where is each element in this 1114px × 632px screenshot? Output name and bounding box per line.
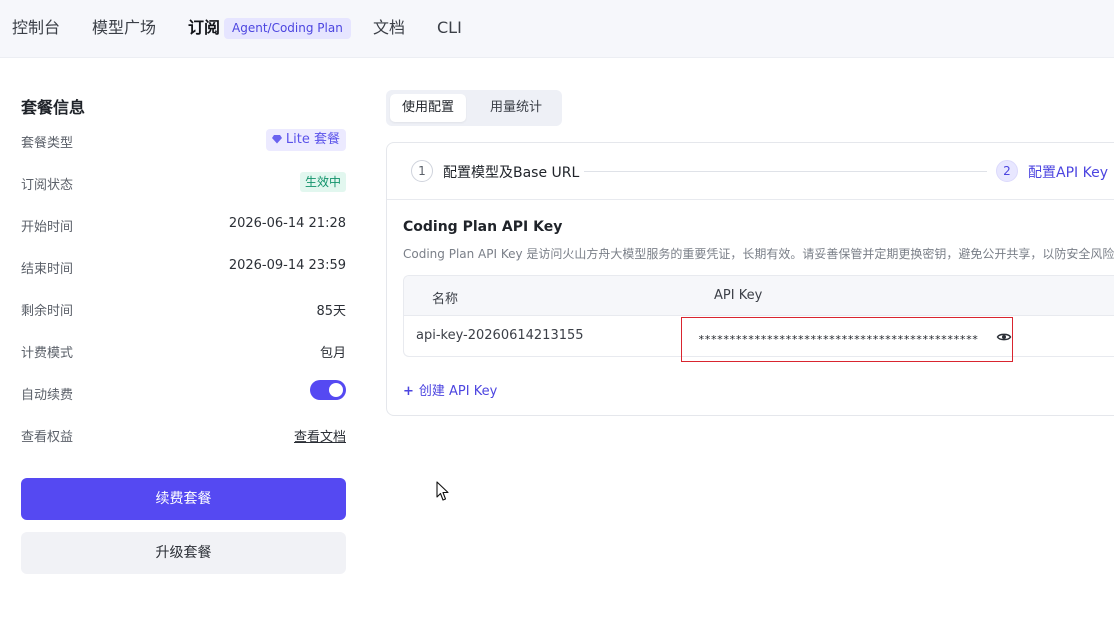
- plan-type-badge: Lite 套餐: [265, 129, 346, 151]
- remaining-label: 剩余时间: [21, 304, 74, 319]
- remaining-value: 85天: [316, 304, 346, 319]
- diamond-icon: [271, 135, 282, 144]
- api-key-highlight-box: [681, 317, 1013, 362]
- column-header-name: 名称: [432, 292, 459, 307]
- status-label: 订阅状态: [21, 178, 74, 193]
- info-row-start-time: 开始时间 2026-06-14 21:28: [21, 214, 346, 236]
- config-tabs: 使用配置 用量统计: [386, 90, 562, 126]
- mouse-cursor-icon: [436, 481, 449, 501]
- nav-item-console[interactable]: 控制台: [12, 18, 60, 38]
- nav-item-subscription[interactable]: 订阅: [188, 18, 220, 38]
- nav-item-cli[interactable]: CLI: [437, 18, 462, 38]
- info-row-billing: 计费模式 包月: [21, 340, 346, 362]
- start-time-label: 开始时间: [21, 220, 74, 235]
- info-row-remaining: 剩余时间 85天: [21, 298, 346, 320]
- upgrade-plan-button[interactable]: 升级套餐: [21, 532, 346, 574]
- nav-item-docs[interactable]: 文档: [373, 18, 405, 38]
- billing-value: 包月: [319, 346, 346, 361]
- info-row-plan-type: 套餐类型 Lite 套餐: [21, 129, 346, 152]
- column-header-api-key: API Key: [714, 288, 763, 303]
- benefits-label: 查看权益: [21, 430, 74, 445]
- auto-renew-label: 自动续费: [21, 388, 74, 403]
- info-row-status: 订阅状态 生效中: [21, 172, 346, 194]
- info-row-benefits: 查看权益 查看文档: [21, 424, 346, 446]
- end-time-label: 结束时间: [21, 262, 74, 277]
- top-nav: 控制台 模型广场 订阅 Agent/Coding Plan 文档 CLI: [0, 0, 1114, 58]
- table-header: 名称 API Key: [404, 276, 1114, 316]
- plan-type-label: 套餐类型: [21, 136, 74, 151]
- start-time-value: 2026-06-14 21:28: [228, 216, 346, 231]
- plus-icon: +: [403, 384, 414, 399]
- config-card: 1 配置模型及Base URL 2 配置API Key Coding Plan …: [386, 142, 1114, 416]
- step-connector: [584, 171, 987, 172]
- nav-item-model-square[interactable]: 模型广场: [92, 18, 156, 38]
- status-badge: 生效中: [299, 172, 346, 192]
- api-key-description: Coding Plan API Key 是访问火山方舟大模型服务的重要凭证，长期…: [403, 247, 1114, 261]
- step-2-label[interactable]: 配置API Key: [1028, 162, 1108, 182]
- nav-plan-badge: Agent/Coding Plan: [224, 18, 351, 39]
- step-2-number: 2: [996, 160, 1018, 182]
- renew-plan-button[interactable]: 续费套餐: [21, 478, 346, 520]
- step-1-number: 1: [411, 160, 433, 182]
- create-api-key-label: 创建 API Key: [418, 384, 498, 399]
- view-docs-link[interactable]: 查看文档: [294, 426, 346, 445]
- api-key-name: api-key-20260614213155: [416, 328, 584, 343]
- end-time-value: 2026-09-14 23:59: [228, 258, 346, 273]
- create-api-key-link[interactable]: + 创建 API Key: [403, 380, 497, 399]
- setup-steps: 1 配置模型及Base URL 2 配置API Key: [387, 143, 1114, 200]
- step-1-label[interactable]: 配置模型及Base URL: [443, 162, 579, 182]
- plan-type-value: Lite 套餐: [285, 132, 340, 147]
- info-row-end-time: 结束时间 2026-09-14 23:59: [21, 256, 346, 278]
- api-key-section-title: Coding Plan API Key: [403, 219, 563, 235]
- auto-renew-toggle[interactable]: [310, 380, 346, 400]
- tab-usage-stats[interactable]: 用量统计: [478, 94, 554, 122]
- info-row-auto-renew: 自动续费: [21, 380, 346, 404]
- plan-info-title: 套餐信息: [21, 98, 86, 117]
- tab-usage-config[interactable]: 使用配置: [390, 94, 467, 122]
- billing-label: 计费模式: [21, 346, 74, 361]
